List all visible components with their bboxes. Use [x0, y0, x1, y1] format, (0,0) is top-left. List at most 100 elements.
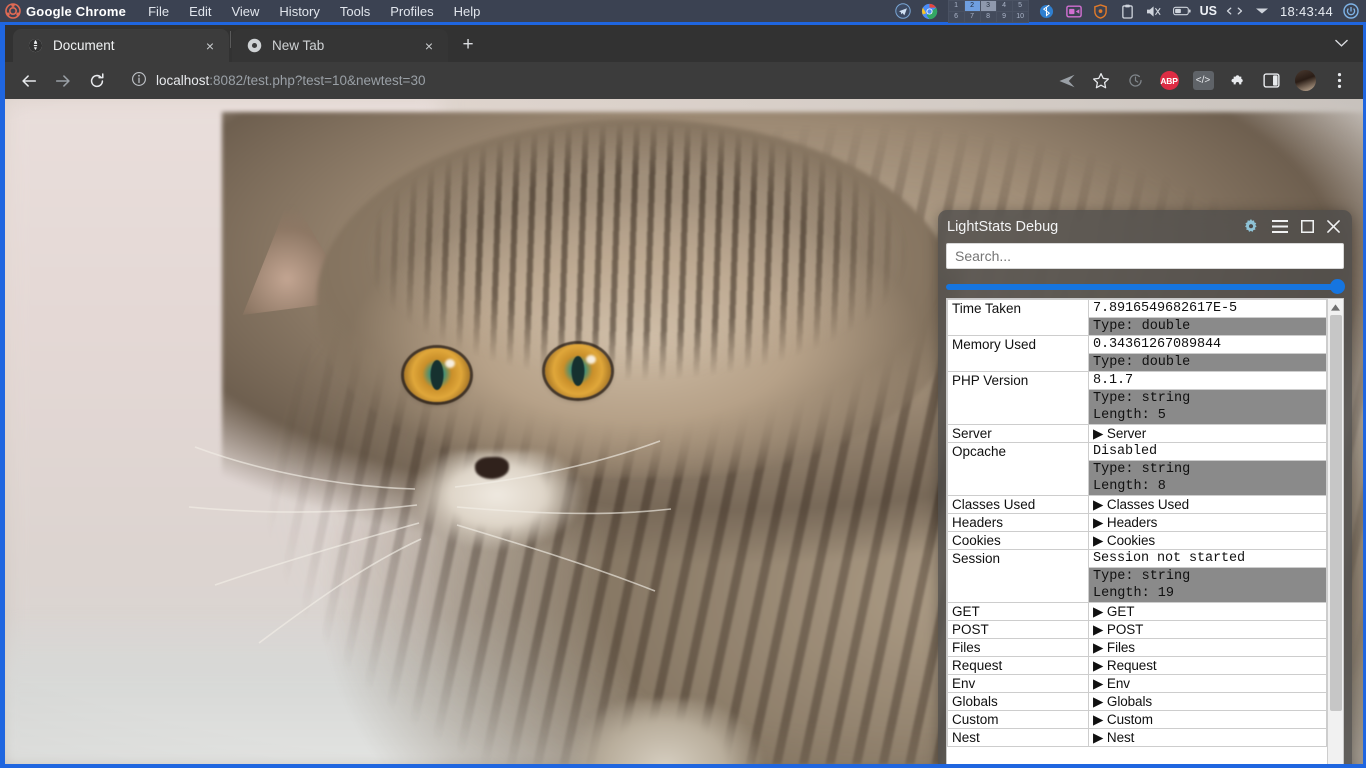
bluetooth-icon[interactable]	[1038, 2, 1056, 20]
volume-muted-icon[interactable]	[1146, 2, 1164, 20]
network-icon[interactable]	[1226, 2, 1244, 20]
workspace-1[interactable]: 1	[948, 0, 964, 11]
star-icon[interactable]	[1085, 66, 1117, 96]
workspace-5[interactable]: 5	[1012, 0, 1028, 11]
history-clock-icon[interactable]	[1119, 66, 1151, 96]
tray-clock[interactable]: 18:43:44	[1280, 4, 1333, 19]
code-label: </>	[1192, 71, 1214, 90]
slider-track	[946, 284, 1344, 290]
close-x-icon[interactable]	[1327, 220, 1340, 233]
stats-table-scroll[interactable]: Time Taken 7.8916549682617E-5 Type: double…	[947, 299, 1327, 764]
system-tray: 1 2 3 4 5 6 7 8 9 10 US 18:43:44	[894, 0, 1366, 23]
table-row[interactable]: Memory Used 0.34361267089844	[947, 335, 1327, 372]
table-row[interactable]: PHP Version 8.1.7	[947, 371, 1327, 425]
row-expandable-value[interactable]: ▶ Headers	[1088, 513, 1327, 532]
tab-search-chevron-down-icon[interactable]	[1329, 31, 1353, 55]
dropdown-icon[interactable]	[1253, 2, 1271, 20]
workspace-8[interactable]: 8	[980, 11, 996, 22]
row-expandable-value[interactable]: ▶ Files	[1088, 638, 1327, 657]
tab-close-button[interactable]: ×	[201, 37, 219, 55]
table-row[interactable]: Session Session not started	[947, 549, 1327, 603]
page-info-icon[interactable]	[131, 71, 147, 90]
ubuntu-logo-icon[interactable]	[0, 3, 26, 19]
os-menu-tools[interactable]: Tools	[330, 4, 380, 19]
screen-recorder-icon[interactable]	[1065, 2, 1083, 20]
chrome-icon[interactable]	[921, 2, 939, 20]
table-row[interactable]: Globals ▶ Globals	[947, 692, 1327, 711]
forward-arrow-icon[interactable]	[47, 66, 79, 96]
code-extension-button[interactable]: </>	[1187, 66, 1219, 96]
battery-icon[interactable]	[1172, 2, 1191, 20]
power-icon[interactable]	[1342, 2, 1360, 20]
browser-toolbar: localhost:8082/test.php?test=10&newtest=…	[5, 62, 1363, 99]
table-row[interactable]: GET ▶ GET	[947, 602, 1327, 621]
gear-icon[interactable]	[1243, 218, 1259, 235]
workspace-4[interactable]: 4	[996, 0, 1012, 11]
profile-avatar-icon[interactable]	[1289, 66, 1321, 96]
os-menu-history[interactable]: History	[269, 4, 329, 19]
shield-icon[interactable]	[1092, 2, 1110, 20]
os-menu-view[interactable]: View	[221, 4, 269, 19]
table-row[interactable]: Headers ▶ Headers	[947, 513, 1327, 532]
os-app-name[interactable]: Google Chrome	[26, 4, 126, 19]
table-row[interactable]: Request ▶ Request	[947, 656, 1327, 675]
adblock-plus-extension-button[interactable]: ABP	[1153, 66, 1185, 96]
keyboard-layout[interactable]: US	[1200, 4, 1217, 18]
row-expandable-value[interactable]: ▶ Nest	[1088, 728, 1327, 747]
scroll-up-arrow-icon[interactable]	[1328, 299, 1344, 315]
workspace-2[interactable]: 2	[964, 0, 980, 11]
workspace-switcher[interactable]: 1 2 3 4 5 6 7 8 9 10	[947, 0, 1029, 23]
table-row[interactable]: Server ▶ Server	[947, 424, 1327, 443]
scrollbar-thumb[interactable]	[1329, 315, 1342, 711]
send-share-icon[interactable]	[1051, 66, 1083, 96]
slider-thumb[interactable]	[1330, 279, 1345, 294]
row-expandable-value[interactable]: ▶ Custom	[1088, 710, 1327, 729]
tab-document[interactable]: Document ×	[13, 29, 229, 62]
os-menu-file[interactable]: File	[138, 4, 179, 19]
opacity-slider[interactable]	[946, 279, 1345, 294]
table-row[interactable]: Files ▶ Files	[947, 638, 1327, 657]
table-row[interactable]: Cookies ▶ Cookies	[947, 531, 1327, 550]
clipboard-icon[interactable]	[1119, 2, 1137, 20]
row-expandable-value[interactable]: ▶ Globals	[1088, 692, 1327, 711]
back-arrow-icon[interactable]	[13, 66, 45, 96]
table-row[interactable]: Nest ▶ Nest	[947, 728, 1327, 747]
puzzle-piece-icon[interactable]	[1221, 66, 1253, 96]
table-row[interactable]: Opcache Disabled	[947, 442, 1327, 496]
row-expandable-value[interactable]: ▶ Cookies	[1088, 531, 1327, 550]
side-panel-icon[interactable]	[1255, 66, 1287, 96]
row-expandable-value[interactable]: ▶ Request	[1088, 656, 1327, 675]
panel-scrollbar[interactable]	[1327, 299, 1343, 764]
lightstats-debug-panel[interactable]: LightStats Debug Search... Time Taken 7.…	[938, 210, 1352, 764]
tab-new-tab[interactable]: New Tab ×	[232, 29, 448, 62]
workspace-10[interactable]: 10	[1012, 11, 1028, 22]
hamburger-menu-icon[interactable]	[1272, 220, 1288, 233]
table-row[interactable]: Custom ▶ Custom	[947, 710, 1327, 729]
workspace-9[interactable]: 9	[996, 11, 1012, 22]
table-row[interactable]: POST ▶ POST	[947, 620, 1327, 639]
address-bar[interactable]: localhost:8082/test.php?test=10&newtest=…	[121, 66, 1043, 95]
scrollbar-track[interactable]	[1327, 315, 1343, 764]
table-row[interactable]: Classes Used ▶ Classes Used	[947, 495, 1327, 514]
os-menu-edit[interactable]: Edit	[179, 4, 221, 19]
three-dot-menu-icon[interactable]	[1323, 66, 1355, 96]
row-expandable-value[interactable]: ▶ Server	[1088, 424, 1327, 443]
tab-close-button[interactable]: ×	[420, 37, 438, 55]
os-menu-help[interactable]: Help	[444, 4, 491, 19]
row-expandable-value[interactable]: ▶ GET	[1088, 602, 1327, 621]
row-expandable-value[interactable]: ▶ Env	[1088, 674, 1327, 693]
telegram-icon[interactable]	[894, 2, 912, 20]
new-tab-button[interactable]: +	[454, 31, 482, 59]
workspace-3[interactable]: 3	[980, 0, 996, 11]
table-row[interactable]: Time Taken 7.8916549682617E-5	[947, 299, 1327, 336]
reload-icon[interactable]	[81, 66, 113, 96]
search-input[interactable]	[946, 243, 1344, 269]
os-menu-profiles[interactable]: Profiles	[380, 4, 443, 19]
row-expandable-value[interactable]: ▶ POST	[1088, 620, 1327, 639]
maximize-square-icon[interactable]	[1301, 220, 1314, 233]
row-key: Opcache	[947, 442, 1089, 496]
workspace-7[interactable]: 7	[964, 11, 980, 22]
row-expandable-value[interactable]: ▶ Classes Used	[1088, 495, 1327, 514]
workspace-6[interactable]: 6	[948, 11, 964, 22]
table-row[interactable]: Env ▶ Env	[947, 674, 1327, 693]
